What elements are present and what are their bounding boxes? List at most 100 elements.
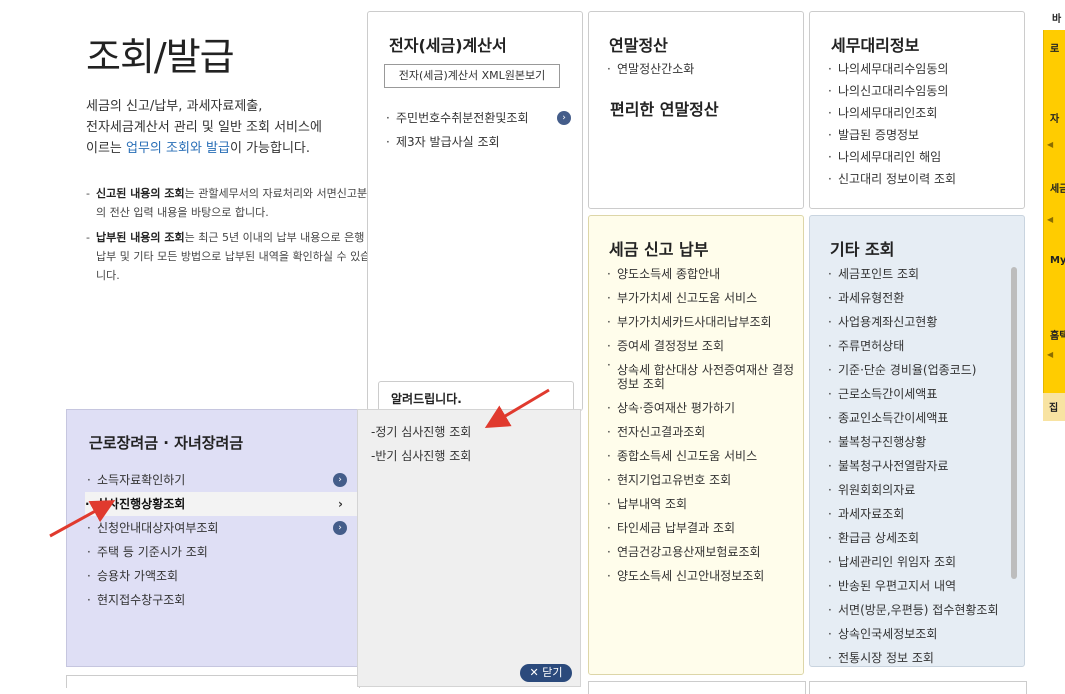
etc-item[interactable]: 불복청구사전열람자료 [826, 454, 999, 478]
intro-line-1: 세금의 신고/납부, 과세자료제출, [86, 99, 263, 114]
etc-item[interactable]: 전통시장 정보 조회 [826, 646, 999, 670]
etax-item-0[interactable]: 주민번호수취분전환및조회 › [384, 106, 574, 130]
agent-item[interactable]: 나의세무대리인 해임 [826, 146, 956, 168]
year-end-subtitle[interactable]: 편리한 연말정산 [610, 96, 719, 120]
etc-item[interactable]: 서면(방문,우편등) 접수현황조회 [826, 598, 999, 622]
agent-item[interactable]: 나의세무대리수임동의 [826, 58, 956, 80]
flyout-title: 근로장려금 · 자녀장려금 [89, 434, 244, 452]
intro-line-3: 이르는 업무의 조회와 발급이 가능합니다. [86, 138, 366, 159]
panel-stub [66, 675, 360, 688]
rail-label[interactable]: 자 [1050, 110, 1059, 125]
tax-report-item[interactable]: 증여세 결정정보 조회 [605, 334, 801, 358]
agent-item[interactable]: 발급된 증명정보 [826, 124, 956, 146]
panel-stub [588, 681, 806, 694]
agent-title: 세무대리정보 [831, 36, 920, 55]
flyout-item-label: 신청안내대상자여부조회 [97, 521, 219, 535]
tax-report-item[interactable]: 상속세 합산대상 사전증여재산 결정정보 조회 [605, 358, 801, 396]
chevron-right-icon: › [338, 497, 343, 511]
notes: 신고된 내용의 조회는 관할세무서의 자료처리와 서면신고분의 전산 입력 내용… [86, 184, 371, 291]
etc-item[interactable]: 반송된 우편고지서 내역 [826, 574, 999, 598]
flyout-menu: 근로장려금 · 자녀장려금 소득자료확인하기 › 심사진행상황조회 › 신청안내대상… [66, 409, 359, 667]
year-end-item[interactable]: 연말정산간소화 [605, 58, 694, 80]
note-bold: 신고된 내용의 조회 [96, 187, 185, 200]
flyout-item[interactable]: 신청안내대상자여부조회 › [87, 516, 359, 540]
rail-left-arrow-icon[interactable]: ◀ [1047, 350, 1053, 359]
year-end-panel: 연말정산 연말정산간소화 편리한 연말정산 [588, 11, 804, 209]
flyout-item[interactable]: 승용차 가액조회 [87, 564, 359, 588]
tax-report-item[interactable]: 납부내역 조회 [605, 492, 801, 516]
submenu-item[interactable]: -정기 심사진행 조회 [371, 420, 471, 444]
etc-item[interactable]: 환급금 상세조회 [826, 526, 999, 550]
etc-item[interactable]: 과세자료조회 [826, 502, 999, 526]
note-bold: 납부된 내용의 조회 [96, 231, 185, 244]
tax-report-item[interactable]: 전자신고결과조회 [605, 420, 801, 444]
etc-item[interactable]: 사업용계좌신고현황 [826, 310, 999, 334]
tax-report-title: 세금 신고 납부 [609, 240, 709, 259]
flyout-submenu: -정기 심사진행 조회 -반기 심사진행 조회 ✕ 닫기 [357, 409, 581, 687]
circle-arrow-icon[interactable]: › [333, 521, 347, 535]
etc-item[interactable]: 세금포인트 조회 [826, 262, 999, 286]
agent-item[interactable]: 나의세무대리인조회 [826, 102, 956, 124]
circle-arrow-icon[interactable]: › [333, 473, 347, 487]
rail-foot-label: 집 [1049, 403, 1059, 414]
flyout-item-active[interactable]: 심사진행상황조회 › [85, 492, 359, 516]
note-item: 신고된 내용의 조회는 관할세무서의 자료처리와 서면신고분의 전산 입력 내용… [86, 184, 371, 222]
year-end-title: 연말정산 [609, 36, 668, 55]
flyout-item[interactable]: 주택 등 기준시가 조회 [87, 540, 359, 564]
circle-arrow-icon[interactable]: › [557, 111, 571, 125]
panel-stub [809, 681, 1027, 694]
etax-item-1[interactable]: 제3자 발급사실 조회 [384, 130, 574, 154]
tax-report-item[interactable]: 종합소득세 신고도움 서비스 [605, 444, 801, 468]
rail-top-label: 바 [1052, 14, 1062, 25]
flyout-item-label: 소득자료확인하기 [97, 473, 186, 487]
intro-text: 세금의 신고/납부, 과세자료제출, 전자세금계산서 관리 및 일반 조회 서비… [86, 96, 366, 159]
rail-label[interactable]: 로 [1050, 40, 1059, 55]
etc-panel: 기타 조회 세금포인트 조회 과세유형전환 사업용계좌신고현황 주류면허상태 기… [809, 215, 1025, 670]
etax-title: 전자(세금)계산서 [389, 36, 507, 55]
etc-item[interactable]: 종교인소득간이세액표 [826, 406, 999, 430]
agent-item[interactable]: 신고대리 정보이력 조회 [826, 168, 956, 190]
etc-item[interactable]: 과세유형전환 [826, 286, 999, 310]
agent-panel: 세무대리정보 나의세무대리수임동의 나의신고대리수임동의 나의세무대리인조회 발… [809, 11, 1025, 209]
submenu-item[interactable]: -반기 심사진행 조회 [371, 444, 471, 468]
tax-report-item[interactable]: 양도소득세 종합안내 [605, 262, 801, 286]
flyout-item[interactable]: 소득자료확인하기 › [87, 468, 359, 492]
etax-xml-button[interactable]: 전자(세금)계산서 XML원본보기 [384, 64, 560, 88]
tax-report-item[interactable]: 상속·증여재산 평가하기 [605, 396, 801, 420]
etc-title: 기타 조회 [830, 240, 895, 259]
etc-item[interactable]: 기준·단순 경비율(업종코드) [826, 358, 999, 382]
intro-line-3-pre: 이르는 [86, 141, 127, 156]
agent-item[interactable]: 나의신고대리수임동의 [826, 80, 956, 102]
rail-left-arrow-icon[interactable]: ◀ [1047, 215, 1053, 224]
rail-left-arrow-icon[interactable]: ◀ [1047, 140, 1053, 149]
rail-label[interactable]: My [1050, 255, 1065, 266]
etc-item[interactable]: 상속인국세정보조회 [826, 622, 999, 646]
tax-report-item[interactable]: 부가가치세 신고도움 서비스 [605, 286, 801, 310]
tax-report-item[interactable]: 연금건강고용산재보험료조회 [605, 540, 801, 564]
note-item: 납부된 내용의 조회는 최근 5년 이내의 납부 내용으로 은행 납부 및 기타… [86, 228, 371, 285]
etc-item[interactable]: 주류면허상태 [826, 334, 999, 358]
intro-highlight: 업무의 조회와 발급 [126, 141, 230, 156]
tax-report-item[interactable]: 타인세금 납부결과 조회 [605, 516, 801, 540]
flyout-item-label: 심사진행상황조회 [97, 497, 186, 511]
etax-panel: 전자(세금)계산서 전자(세금)계산서 XML원본보기 주민번호수취분전환및조회… [367, 11, 583, 411]
etc-item[interactable]: 불복청구진행상황 [826, 430, 999, 454]
quick-menu-rail[interactable]: 로 ◀ 자 세금 ◀ My 홈택 ◀ [1043, 30, 1065, 421]
etc-scrollbar[interactable] [1011, 267, 1017, 579]
tax-report-item[interactable]: 현지기업고유번호 조회 [605, 468, 801, 492]
flyout-item[interactable]: 현지접수창구조회 [87, 588, 359, 612]
page-title: 조회/발급 [86, 35, 235, 79]
intro-line-2: 전자세금계산서 관리 및 일반 조회 서비스에 [86, 120, 322, 135]
close-button[interactable]: ✕ 닫기 [520, 664, 572, 682]
tax-report-panel: 세금 신고 납부 양도소득세 종합안내 부가가치세 신고도움 서비스 부가가치세… [588, 215, 804, 675]
rail-label[interactable]: 홈택 [1050, 327, 1065, 342]
tax-report-item[interactable]: 부가가치세카드사대리납부조회 [605, 310, 801, 334]
etc-item[interactable]: 납세관리인 위임자 조회 [826, 550, 999, 574]
etc-item[interactable]: 근로소득간이세액표 [826, 382, 999, 406]
notice-title: 알려드립니다. [391, 392, 462, 406]
rail-label[interactable]: 세금 [1050, 180, 1065, 195]
tax-report-item[interactable]: 양도소득세 신고안내정보조회 [605, 564, 801, 588]
etax-item-label: 주민번호수취분전환및조회 [396, 111, 529, 125]
rail-foot[interactable]: 집 [1043, 393, 1065, 421]
etc-item[interactable]: 위원회회의자료 [826, 478, 999, 502]
